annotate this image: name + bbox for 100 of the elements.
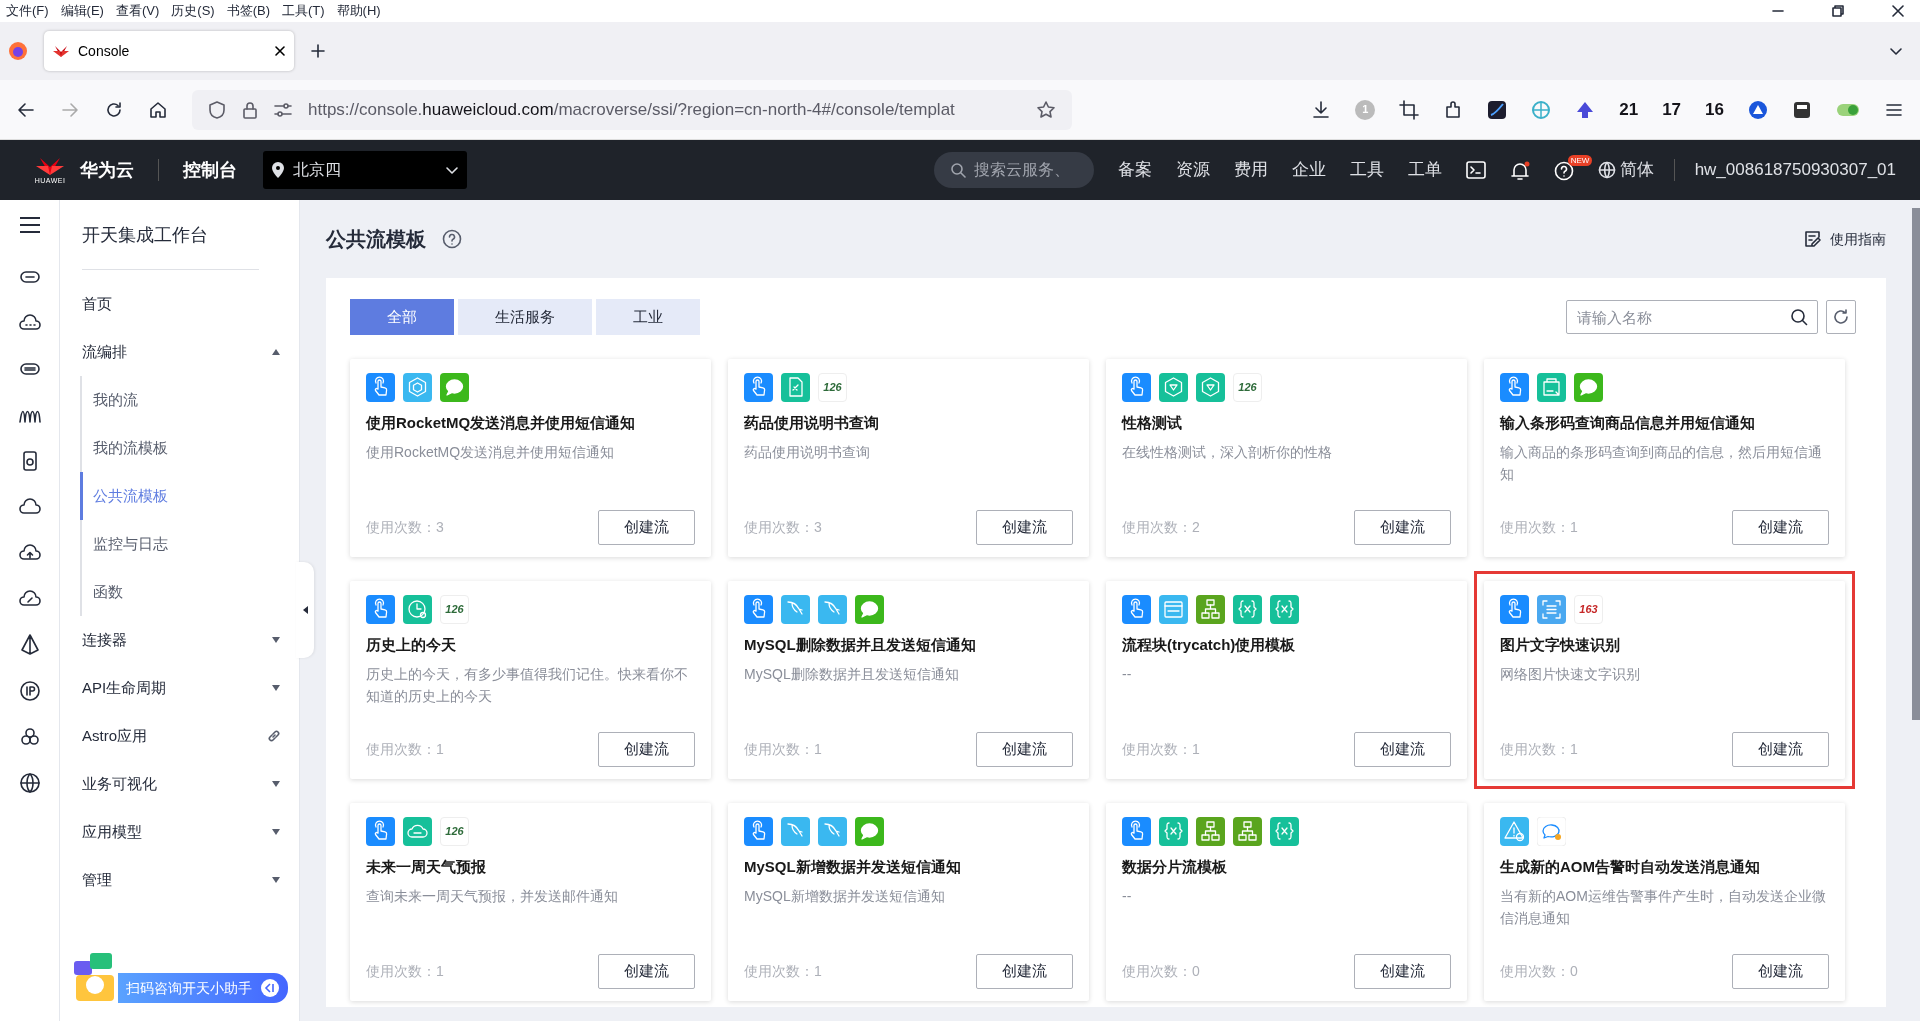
hand-icon <box>1122 373 1151 402</box>
home-icon[interactable] <box>148 99 168 120</box>
ip-icon[interactable] <box>18 680 41 702</box>
template-description: MySQL新增数据并发送短信通知 <box>744 886 946 906</box>
menu-item[interactable]: 历史(S) <box>165 0 221 23</box>
refresh-button[interactable] <box>1826 300 1856 334</box>
guide-link[interactable]: 使用指南 <box>1804 228 1886 250</box>
address-field[interactable]: https://console.huaweicloud.com/macroverse/ssi/?region=cn-north-4#/console/templat <box>192 89 1072 130</box>
create-flow-button[interactable]: 创建流 <box>976 732 1073 767</box>
menu-item[interactable]: 书签(B) <box>220 0 276 23</box>
usage-count: 使用次数：0 <box>1122 962 1200 981</box>
sidebar-item[interactable]: 业务可视化 <box>60 760 299 808</box>
menu-item[interactable]: 帮助(H) <box>330 0 387 23</box>
sidebar-subitem[interactable]: 我的流 <box>80 376 299 424</box>
filter-tab[interactable]: 生活服务 <box>458 299 592 335</box>
hand-icon <box>1122 595 1151 624</box>
template-title: 输入条形码查询商品信息并用短信通知 <box>1500 413 1756 433</box>
create-flow-button[interactable]: 创建流 <box>598 732 695 767</box>
calculator-icon[interactable] <box>1792 99 1812 120</box>
bag-icon <box>1537 373 1566 402</box>
hexagons-icon[interactable] <box>18 726 41 748</box>
caret-left-icon <box>301 605 309 615</box>
menu-item[interactable]: 编辑(E) <box>54 0 110 23</box>
nav-link[interactable]: 资源 <box>1175 157 1210 183</box>
sidebar-subitem[interactable]: 函数 <box>80 568 299 616</box>
hierarchy-icon <box>1233 817 1262 846</box>
star-icon[interactable] <box>1036 99 1056 120</box>
close-icon[interactable] <box>274 45 286 57</box>
create-flow-button[interactable]: 创建流 <box>976 510 1073 545</box>
location-pin-icon <box>271 161 285 179</box>
template-description: 使用RocketMQ发送消息并使用短信通知 <box>366 442 616 462</box>
region-select[interactable]: 北京四 <box>263 151 467 189</box>
nav-link[interactable]: 工单 <box>1407 157 1442 183</box>
create-flow-button[interactable]: 创建流 <box>1354 954 1451 989</box>
sidebar-item[interactable]: 应用模型 <box>60 808 299 856</box>
toggle-icon[interactable] <box>1836 101 1860 118</box>
sidebar-item[interactable]: 流编排 <box>60 328 299 376</box>
pyramid-icon[interactable] <box>18 634 41 656</box>
nav-link[interactable]: 费用 <box>1233 157 1268 183</box>
nav-link[interactable]: 工具 <box>1349 157 1384 183</box>
template-title: 历史上的今天 <box>366 635 457 655</box>
terminal-icon[interactable] <box>1465 161 1486 179</box>
create-flow-button[interactable]: 创建流 <box>598 510 695 545</box>
reload-icon[interactable] <box>104 99 124 120</box>
sidebar-item[interactable]: 首页 <box>60 280 299 328</box>
create-flow-button[interactable]: 创建流 <box>1732 954 1829 989</box>
count-label[interactable]: 17 <box>1662 96 1682 123</box>
close-icon[interactable] <box>1892 5 1904 17</box>
chat-bubble-icon <box>1537 817 1566 846</box>
search-field[interactable]: 请输入名称 <box>1566 300 1818 334</box>
scan-icon <box>1537 595 1566 624</box>
filter-tab[interactable]: 全部 <box>350 299 454 335</box>
browser-logo-icon[interactable] <box>8 41 28 61</box>
crop-icon[interactable] <box>1399 99 1420 120</box>
filter-tab[interactable]: 工业 <box>596 299 700 335</box>
scrollbar[interactable] <box>1912 200 1920 1021</box>
sidebar-item[interactable]: 管理 <box>60 856 299 904</box>
triangle-logo-icon[interactable] <box>1748 99 1768 120</box>
create-flow-button[interactable]: 创建流 <box>1354 732 1451 767</box>
hand-icon <box>744 817 773 846</box>
count-label[interactable]: 21 <box>1619 96 1639 123</box>
template-title: 流程块(trycatch)使用模板 <box>1122 635 1297 655</box>
create-flow-button[interactable]: 创建流 <box>976 954 1073 989</box>
menu-item[interactable]: 文件(F) <box>0 0 55 23</box>
usage-count: 使用次数：1 <box>366 962 444 981</box>
user-name[interactable]: hw_008618750930307_01 <box>1694 157 1896 183</box>
flower-logo-icon <box>52 43 70 59</box>
menu-item[interactable]: 查看(V) <box>109 0 166 23</box>
language-link[interactable]: 简体 <box>1619 157 1654 183</box>
search-field[interactable]: 搜索云服务、 <box>933 152 1094 188</box>
sidebar-subitem[interactable]: 监控与日志 <box>80 520 299 568</box>
collapse-handle[interactable] <box>296 562 314 658</box>
restore-icon[interactable] <box>1832 5 1844 17</box>
plus-icon[interactable] <box>310 43 326 59</box>
create-flow-button[interactable]: 创建流 <box>1732 510 1829 545</box>
count-label[interactable]: 16 <box>1705 96 1724 123</box>
create-flow-button[interactable]: 创建流 <box>1354 510 1451 545</box>
download-icon[interactable] <box>1311 99 1332 120</box>
template-description: 药品使用说明书查询 <box>744 442 871 462</box>
usage-count: 使用次数：3 <box>366 518 444 537</box>
bell-icon[interactable] <box>1509 160 1530 181</box>
nav-link[interactable]: 企业 <box>1291 157 1326 183</box>
sidebar-subitem[interactable]: 我的流模板 <box>80 424 299 472</box>
nav-link[interactable]: 备案 <box>1117 157 1152 183</box>
globe-icon[interactable] <box>18 772 41 794</box>
create-flow-button[interactable]: 创建流 <box>598 954 695 989</box>
chart-app-icon[interactable] <box>1487 99 1508 120</box>
menu-item[interactable]: 工具(T) <box>276 0 331 23</box>
sidebar-item[interactable]: API生命周期 <box>60 664 299 712</box>
sidebar-title: 开天集成工作台 <box>81 224 209 247</box>
browser-tab[interactable]: Console <box>44 31 294 71</box>
search-icon[interactable] <box>1790 308 1808 326</box>
console-link[interactable]: 控制台 <box>183 156 237 184</box>
sidebar-item[interactable]: 连接器 <box>60 616 299 664</box>
usage-count: 使用次数：1 <box>1500 740 1578 759</box>
sidebar-item[interactable]: Astro应用 <box>60 712 299 760</box>
collapse-icon <box>260 978 280 998</box>
hand-icon <box>366 817 395 846</box>
create-flow-button[interactable]: 创建流 <box>1732 732 1829 767</box>
menu-icon[interactable] <box>18 216 41 234</box>
